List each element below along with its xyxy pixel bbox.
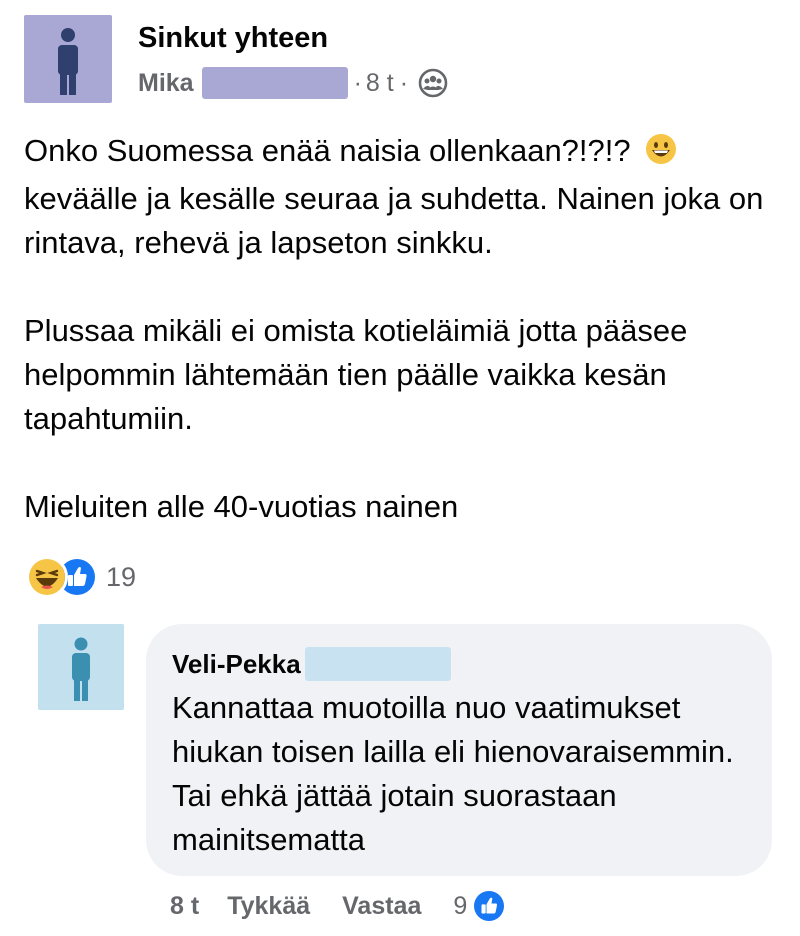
group-privacy-icon[interactable] <box>418 68 448 98</box>
comment-bubble: Veli-Pekka Kannattaa muotoilla nuo vaati… <box>146 624 772 876</box>
like-reaction-icon[interactable] <box>471 888 508 924</box>
post-author[interactable]: Mika <box>138 69 194 98</box>
grinning-face-emoji-icon <box>645 133 677 177</box>
comment-reaction-count[interactable]: 9 <box>453 892 467 921</box>
reactions-summary[interactable]: 19 <box>26 556 136 598</box>
comment-author-row: Veli-Pekka <box>172 646 451 682</box>
meta-separator: · <box>353 68 362 97</box>
post-body: Onko Suomessa enää naisia ollenkaan?!?!?… <box>24 129 784 573</box>
reaction-count[interactable]: 19 <box>106 562 136 593</box>
like-button[interactable]: Tykkää <box>227 892 310 921</box>
post-paragraph: Onko Suomessa enää naisia ollenkaan?!?!?… <box>24 133 764 260</box>
commenter-avatar[interactable] <box>38 624 124 710</box>
comment-text: Kannattaa muotoilla nuo vaatimukset hiuk… <box>172 690 734 857</box>
comment-actions: 8 t Tykkää Vastaa 9 <box>170 888 508 924</box>
comment-time[interactable]: 8 t <box>170 892 199 921</box>
person-icon <box>58 28 78 95</box>
redacted-surname <box>201 67 348 99</box>
group-name[interactable]: Sinkut yhteen <box>138 22 328 55</box>
person-icon <box>72 637 90 701</box>
post-paragraph: Mieluiten alle 40-vuotias nainen <box>24 489 459 524</box>
haha-reaction-icon <box>26 556 68 598</box>
comment-author[interactable]: Veli-Pekka <box>172 649 301 680</box>
meta-separator: · <box>399 68 409 97</box>
post-time[interactable]: 8 t <box>366 69 394 98</box>
post-paragraph: Plussaa mikäli ei omista kotieläimiä jot… <box>24 313 688 436</box>
reply-button[interactable]: Vastaa <box>342 892 421 921</box>
group-avatar[interactable] <box>24 15 112 103</box>
post-meta: Mika · 8 t · <box>138 66 448 100</box>
redacted-surname <box>304 647 451 681</box>
